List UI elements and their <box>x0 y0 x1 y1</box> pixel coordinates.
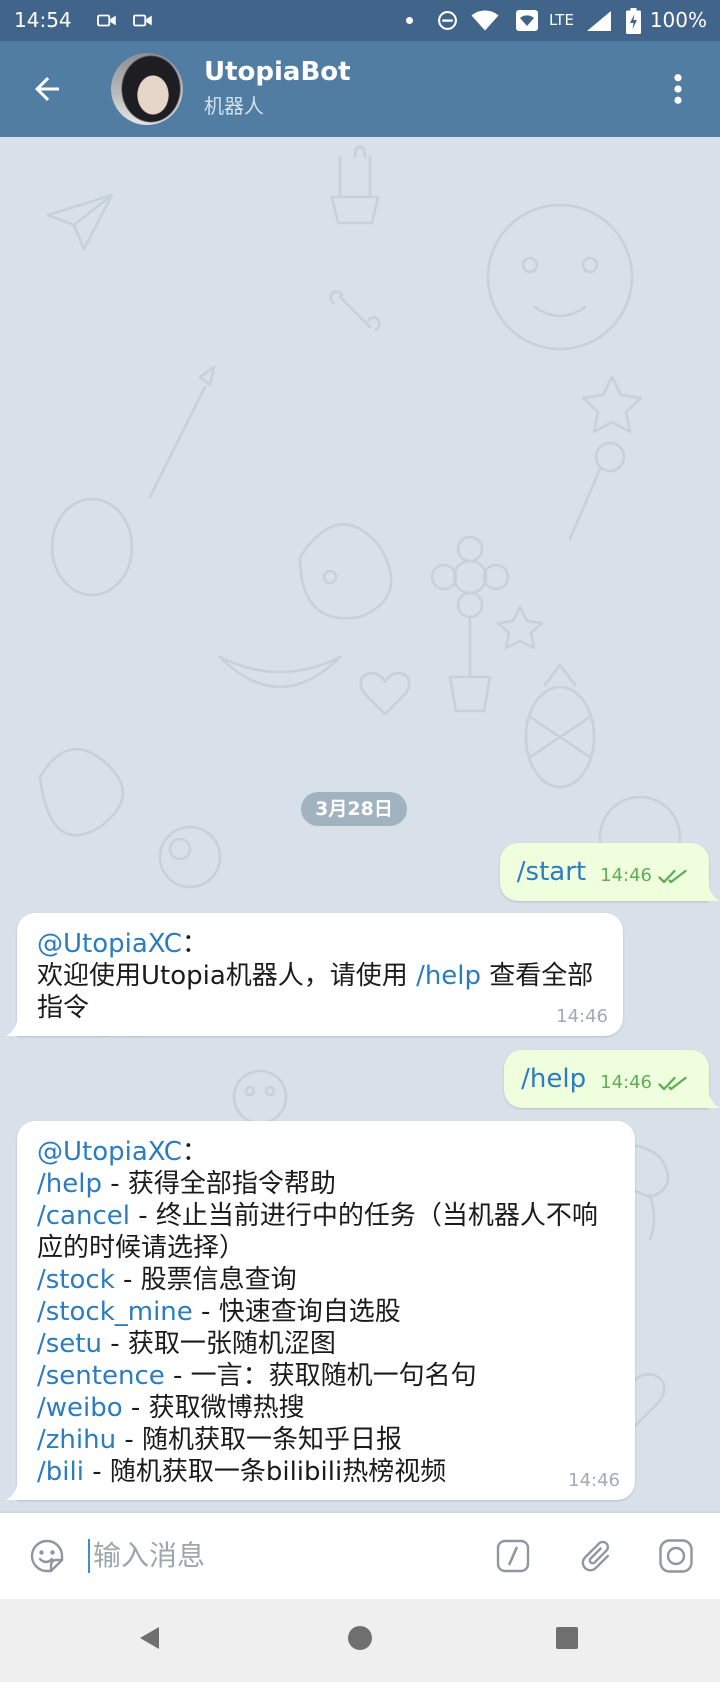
command-description: - 获取一张随机涩图 <box>101 1329 336 1359</box>
command-description: - 获取微博热搜 <box>122 1393 305 1423</box>
avatar[interactable] <box>111 53 183 125</box>
camera-record-icon[interactable] <box>657 1537 695 1575</box>
wifi-calling-icon <box>515 9 539 32</box>
video-camera-icon <box>97 13 117 28</box>
arrow-left-icon[interactable] <box>29 71 65 107</box>
message-time: 14:46 <box>600 865 652 886</box>
emoji-sticker-icon[interactable] <box>28 1537 66 1575</box>
message-input-placeholder: 输入消息 <box>93 1539 206 1572</box>
command-link[interactable]: /help <box>37 1169 102 1199</box>
command-description: - 获得全部指令帮助 <box>101 1169 336 1199</box>
command-item: /weibo - 获取微博热搜 <box>37 1392 615 1424</box>
command-item: /zhihu - 随机获取一条知乎日报 <box>37 1424 615 1456</box>
message-meta: 14:46 <box>600 1072 688 1094</box>
bot-commands-slash-icon[interactable] <box>494 1537 532 1575</box>
command-link[interactable]: /sentence <box>37 1361 165 1391</box>
outgoing-message[interactable]: /help 14:46 <box>504 1050 709 1108</box>
message-time: 14:46 <box>600 1072 652 1093</box>
battery-percent: 100% <box>649 8 707 32</box>
status-time: 14:54 <box>14 8 72 32</box>
command-description: - 随机获取一条bilibili热榜视频 <box>83 1457 447 1487</box>
message-meta: 14:46 <box>600 865 688 887</box>
command-link[interactable]: /cancel <box>37 1201 130 1231</box>
message-text: @UtopiaXC： 欢迎使用Utopia机器人，请使用 /help 查看全部指令 <box>37 928 603 1024</box>
double-check-icon <box>658 1075 688 1092</box>
command-item: /cancel - 终止当前进行中的任务（当机器人不响应的时候请选择） <box>37 1200 615 1264</box>
network-type-label: LTE <box>549 11 574 29</box>
mention-link[interactable]: @UtopiaXC <box>37 1137 182 1167</box>
command-item: /help - 获得全部指令帮助 <box>37 1168 615 1200</box>
incoming-message[interactable]: @UtopiaXC： /help - 获得全部指令帮助 /cancel - 终止… <box>17 1121 635 1500</box>
command-item: /sentence - 一言：获取随机一句名句 <box>37 1360 615 1392</box>
chat-header: UtopiaBot 机器人 <box>0 41 720 137</box>
date-separator: 3月28日 <box>301 792 407 826</box>
command-item: /setu - 获取一张随机涩图 <box>37 1328 615 1360</box>
mention-link[interactable]: @UtopiaXC <box>37 929 182 959</box>
message-list: 3月28日 /start 14:46 @UtopiaXC： 欢迎使用Utopia机… <box>0 137 720 1513</box>
chat-title[interactable]: UtopiaBot <box>204 56 351 88</box>
more-vertical-icon[interactable] <box>666 71 690 107</box>
command-description: - 快速查询自选股 <box>192 1297 401 1327</box>
chat-subtitle: 机器人 <box>204 94 264 118</box>
command-link[interactable]: /weibo <box>37 1393 123 1423</box>
command-link[interactable]: /bili <box>37 1457 84 1487</box>
command-item: /stock_mine - 快速查询自选股 <box>37 1296 615 1328</box>
outgoing-message[interactable]: /start 14:46 <box>499 843 709 901</box>
paperclip-icon[interactable] <box>577 1537 615 1575</box>
command-description: - 股票信息查询 <box>114 1265 297 1295</box>
notification-dot-icon <box>406 17 413 24</box>
message-body-text: 欢迎使用Utopia机器人，请使用 <box>37 961 417 991</box>
nav-home-icon[interactable] <box>344 1624 376 1652</box>
command-link[interactable]: /zhihu <box>37 1425 116 1455</box>
message-header-line: @UtopiaXC： <box>37 1136 615 1168</box>
command-item: /bili - 随机获取一条bilibili热榜视频 <box>37 1456 615 1488</box>
command-link[interactable]: /help <box>416 961 481 991</box>
command-link[interactable]: /help <box>521 1063 586 1095</box>
incoming-message[interactable]: @UtopiaXC： 欢迎使用Utopia机器人，请使用 /help 查看全部指令… <box>17 913 623 1036</box>
command-item: /stock - 股票信息查询 <box>37 1264 615 1296</box>
command-link[interactable]: /stock <box>37 1265 115 1295</box>
double-check-icon <box>658 868 688 885</box>
message-time: 14:46 <box>556 1006 608 1027</box>
nav-back-icon[interactable] <box>134 1624 166 1652</box>
system-nav-bar <box>0 1599 720 1682</box>
message-composer: 输入消息 <box>0 1513 720 1599</box>
video-camera-icon <box>133 13 153 28</box>
cell-signal-icon <box>584 10 612 32</box>
command-link[interactable]: /stock_mine <box>37 1297 193 1327</box>
mention-colon: ： <box>181 929 208 959</box>
command-link[interactable]: /setu <box>37 1329 102 1359</box>
text-caret <box>88 1539 90 1573</box>
message-input[interactable]: 输入消息 <box>86 1531 456 1581</box>
message-time: 14:46 <box>568 1470 620 1491</box>
command-description: - 随机获取一条知乎日报 <box>116 1425 402 1455</box>
nav-recents-icon[interactable] <box>551 1624 583 1652</box>
do-not-disturb-icon <box>437 10 458 31</box>
status-bar: 14:54 LTE 100% <box>0 0 720 41</box>
command-description: - 一言：获取随机一句名句 <box>164 1361 477 1391</box>
wifi-icon <box>471 10 499 31</box>
battery-charging-icon <box>626 8 641 34</box>
command-link[interactable]: /start <box>517 856 586 888</box>
chat-area[interactable]: 3月28日 /start 14:46 @UtopiaXC： 欢迎使用Utopia机… <box>0 137 720 1513</box>
mention-colon: ： <box>181 1137 208 1167</box>
